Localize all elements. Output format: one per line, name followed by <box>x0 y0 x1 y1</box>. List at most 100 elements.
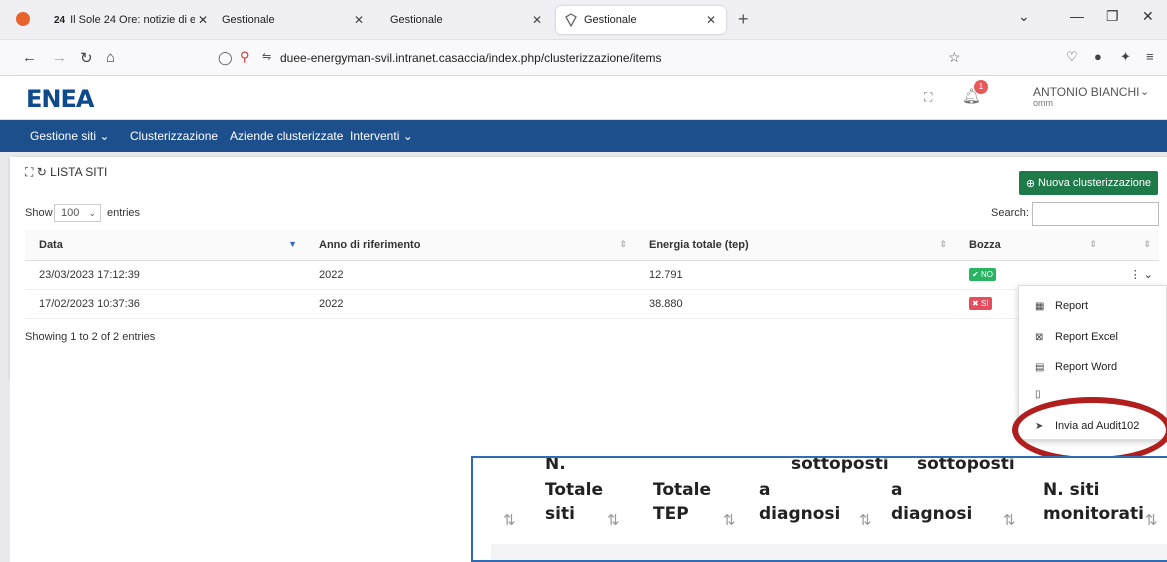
browser-logo-icon[interactable] <box>16 12 30 26</box>
col-line: a <box>891 480 903 500</box>
cell-anno: 2022 <box>305 289 635 319</box>
sort-icon[interactable]: ⇅ <box>723 511 736 529</box>
sort-icon[interactable]: ⇅ <box>503 511 516 529</box>
permissions-icon[interactable]: ⇋ <box>262 50 271 63</box>
col-actions[interactable]: ⇕ <box>1105 230 1159 261</box>
col-data[interactable]: Data ▼ <box>25 230 305 261</box>
expand-icon[interactable]: ⛶ <box>25 165 33 179</box>
header-label: Bozza <box>969 238 1001 251</box>
pocket-icon[interactable]: ♡ <box>1066 49 1078 65</box>
shield-icon[interactable]: ◯ <box>218 50 233 66</box>
menu-item-report-excel[interactable]: ⊠ Report Excel <box>1035 331 1118 343</box>
menu-item-report-word[interactable]: ▤ Report Word <box>1035 361 1117 373</box>
chevron-down-icon[interactable]: ⌄ <box>1018 8 1030 25</box>
menu-item-label: Report Excel <box>1055 331 1118 343</box>
col-line: siti <box>545 504 575 524</box>
lock-icon[interactable]: ⚲ <box>240 49 250 65</box>
col-line: Totale <box>545 480 603 500</box>
kebab-menu-icon[interactable]: ⋮ <box>1130 269 1141 281</box>
header-label: Data <box>39 238 63 251</box>
tab-gestionale-active[interactable]: Gestionale ✕ <box>556 6 726 34</box>
close-icon[interactable]: ✕ <box>706 13 716 27</box>
tab-gestionale-1[interactable]: Gestionale ✕ <box>214 6 374 34</box>
restore-icon[interactable]: ❐ <box>1106 8 1119 25</box>
url-bar[interactable]: ◯ ⚲ ⇋ duee-energyman-svil.intranet.casac… <box>212 45 992 71</box>
bozza-si-badge: ✖ SI <box>969 297 992 310</box>
cell-data: 23/03/2023 17:12:39 <box>25 260 305 290</box>
menu-gestione-siti[interactable]: Gestione siti ⌄ <box>30 129 109 143</box>
tab-sole24ore[interactable]: 24 Il Sole 24 Ore: notizie di econor <box>46 6 206 34</box>
table-header-row: Data ▼ Anno di riferimento ⇕ Energia total… <box>25 230 1159 261</box>
chevron-down-icon[interactable]: ⌄ <box>1140 85 1149 98</box>
menu-interventi[interactable]: Interventi ⌄ <box>350 129 413 143</box>
sort-icon[interactable]: ⇅ <box>1003 511 1016 529</box>
sort-desc-icon[interactable]: ▼ <box>288 239 297 249</box>
menu-item-report[interactable]: ▦ Report <box>1035 300 1088 312</box>
cell-data: 17/02/2023 10:37:36 <box>25 289 305 319</box>
sort-icon[interactable]: ⇕ <box>1089 239 1097 250</box>
sole24ore-favicon-icon: 24 <box>54 14 66 26</box>
tab-gestionale-2[interactable]: Gestionale ✕ <box>382 6 552 34</box>
browser-tab-bar: 24 Il Sole 24 Ore: notizie di econor ✕ G… <box>0 0 1167 40</box>
table-row[interactable]: 23/03/2023 17:12:39 2022 12.791 ✔ NO ⋮ ⌄ <box>25 260 1159 290</box>
menu-item-label: Report Word <box>1055 361 1118 373</box>
table-row[interactable]: 17/02/2023 10:37:36 2022 38.880 ✖ SI <box>25 289 1159 319</box>
home-icon[interactable]: ⌂ <box>106 49 115 66</box>
col-line: monitorati <box>1043 504 1144 524</box>
sort-icon[interactable]: ⇕ <box>619 239 627 250</box>
fullscreen-icon[interactable]: ⛶ <box>924 90 932 105</box>
close-icon[interactable]: ✕ <box>198 13 208 27</box>
sort-icon[interactable]: ⇕ <box>1143 239 1151 250</box>
close-icon[interactable]: ✕ <box>354 13 364 27</box>
table-info: Showing 1 to 2 of 2 entries <box>25 331 156 343</box>
user-name[interactable]: ANTONIO BIANCHI <box>1033 85 1139 99</box>
inset-col-header: N. siti monitorati <box>1043 478 1144 526</box>
chevron-down-icon[interactable]: ⌄ <box>1144 269 1153 281</box>
highlight-annotation <box>1012 397 1167 463</box>
sort-icon[interactable]: ⇅ <box>1145 511 1158 529</box>
back-icon[interactable]: ← <box>22 49 37 66</box>
header-label: Energia totale (tep) <box>649 238 749 251</box>
menu-clusterizzazione[interactable]: Clusterizzazione <box>130 129 218 143</box>
page-title: ⛶ ↻ LISTA SITI <box>25 165 107 180</box>
extensions-icon[interactable]: ✦ <box>1120 49 1131 65</box>
col-energia[interactable]: Energia totale (tep) ⇕ <box>635 230 955 261</box>
bookmark-star-icon[interactable]: ☆ <box>948 49 961 66</box>
search-input[interactable] <box>1032 202 1159 226</box>
screen: 24 Il Sole 24 Ore: notizie di econor ✕ G… <box>0 0 1167 562</box>
inset-col-header: Totale TEP <box>653 478 711 526</box>
select-value: 100 <box>61 207 80 219</box>
inset-row-background <box>491 544 1167 560</box>
close-icon[interactable]: ✕ <box>532 13 542 27</box>
menu-item-label: Report <box>1055 300 1089 312</box>
page-length-select[interactable]: 100 ⌄ <box>54 204 101 222</box>
sort-icon[interactable]: ⇅ <box>607 511 620 529</box>
cell-anno: 2022 <box>305 260 635 290</box>
shield-favicon-icon <box>564 13 578 28</box>
menu-icon[interactable]: ≡ <box>1146 49 1154 64</box>
refresh-icon[interactable]: ↻ <box>37 165 47 179</box>
col-anno[interactable]: Anno di riferimento ⇕ <box>305 230 635 261</box>
enea-logo[interactable]: ENEA <box>26 85 94 113</box>
app-header: ENEA ⛶ 🔔︎ 1 ANTONIO BIANCHI ⌄ omm <box>0 76 1167 120</box>
menu-aziende-clusterizzate[interactable]: Aziende clusterizzate <box>230 129 343 143</box>
new-tab-icon[interactable]: + <box>738 9 749 30</box>
col-line: Totale <box>653 480 711 500</box>
plus-circle-icon: ⊕ <box>1025 177 1036 190</box>
forward-icon[interactable]: → <box>52 49 67 66</box>
window-close-icon[interactable]: ✕ <box>1142 8 1154 25</box>
sort-icon[interactable]: ⇅ <box>859 511 872 529</box>
minimize-icon[interactable]: — <box>1070 8 1084 24</box>
tab-label: Gestionale <box>390 14 443 26</box>
sort-icon[interactable]: ⇕ <box>939 239 947 250</box>
col-bozza[interactable]: Bozza ⇕ <box>955 230 1105 261</box>
account-icon[interactable]: ● <box>1094 49 1102 64</box>
search-label: Search: <box>991 207 1029 219</box>
new-clusterization-button[interactable]: ⊕ Nuova clusterizzazione <box>1019 171 1158 195</box>
menu-item-hidden[interactable]: ▯ <box>1035 389 1055 400</box>
reload-icon[interactable]: ↻ <box>80 49 93 67</box>
col-line: a <box>759 480 771 500</box>
inset-top-label: sottoposti <box>917 456 1015 474</box>
button-label: Nuova clusterizzazione <box>1038 177 1152 189</box>
url-text[interactable]: duee-energyman-svil.intranet.casaccia/in… <box>280 51 662 65</box>
